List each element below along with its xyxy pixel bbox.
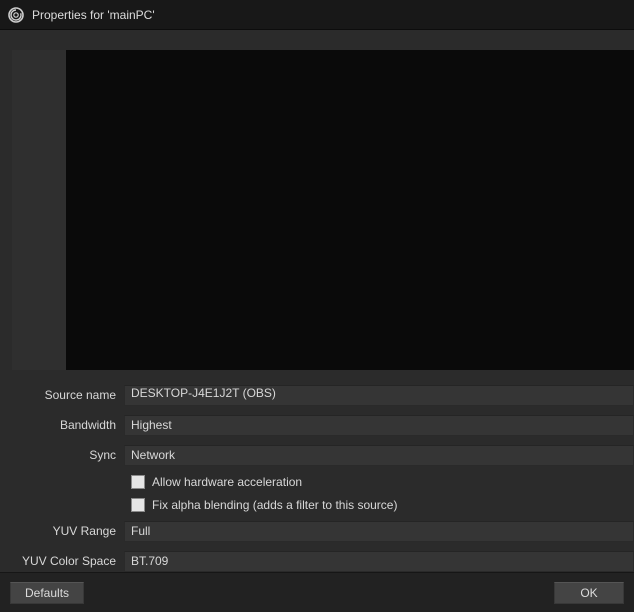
row-fix-alpha: Fix alpha blending (adds a filter to thi… xyxy=(0,493,634,516)
label-source-name: Source name xyxy=(0,388,124,402)
fix-alpha-checkbox[interactable] xyxy=(131,498,145,512)
ok-button[interactable]: OK xyxy=(554,582,624,604)
sync-dropdown[interactable]: Network xyxy=(124,445,634,466)
bandwidth-value: Highest xyxy=(131,418,172,432)
preview-canvas[interactable] xyxy=(66,50,634,370)
label-yuv-cs: YUV Color Space xyxy=(0,554,124,568)
row-yuv-cs: YUV Color Space BT.709 xyxy=(0,546,634,572)
content-area: Source name DESKTOP-J4E1J2T (OBS) Bandwi… xyxy=(0,30,634,572)
hw-accel-label[interactable]: Allow hardware acceleration xyxy=(152,475,302,489)
row-sync: Sync Network xyxy=(0,440,634,470)
row-source-name: Source name DESKTOP-J4E1J2T (OBS) xyxy=(0,380,634,410)
label-yuv-range: YUV Range xyxy=(0,524,124,538)
preview-gutter xyxy=(12,50,66,370)
yuv-range-dropdown[interactable]: Full xyxy=(124,521,634,542)
titlebar[interactable]: Properties for 'mainPC' xyxy=(0,0,634,30)
form-area: Source name DESKTOP-J4E1J2T (OBS) Bandwi… xyxy=(0,370,634,572)
row-bandwidth: Bandwidth Highest xyxy=(0,410,634,440)
label-bandwidth: Bandwidth xyxy=(0,418,124,432)
row-yuv-range: YUV Range Full xyxy=(0,516,634,546)
properties-window: Properties for 'mainPC' Source name DESK… xyxy=(0,0,634,612)
defaults-button[interactable]: Defaults xyxy=(10,582,84,604)
preview-area xyxy=(0,30,634,370)
sync-value: Network xyxy=(131,448,175,462)
hw-accel-checkbox[interactable] xyxy=(131,475,145,489)
window-title: Properties for 'mainPC' xyxy=(32,8,155,22)
yuv-cs-value: BT.709 xyxy=(131,554,168,568)
obs-icon xyxy=(8,7,24,23)
button-bar: Defaults OK xyxy=(0,572,634,612)
row-hw-accel: Allow hardware acceleration xyxy=(0,470,634,493)
yuv-cs-dropdown[interactable]: BT.709 xyxy=(124,551,634,572)
fix-alpha-label[interactable]: Fix alpha blending (adds a filter to thi… xyxy=(152,498,397,512)
yuv-range-value: Full xyxy=(131,524,150,538)
preview-wrap xyxy=(12,50,634,370)
bandwidth-dropdown[interactable]: Highest xyxy=(124,415,634,436)
source-name-input[interactable]: DESKTOP-J4E1J2T (OBS) xyxy=(124,385,634,406)
label-sync: Sync xyxy=(0,448,124,462)
